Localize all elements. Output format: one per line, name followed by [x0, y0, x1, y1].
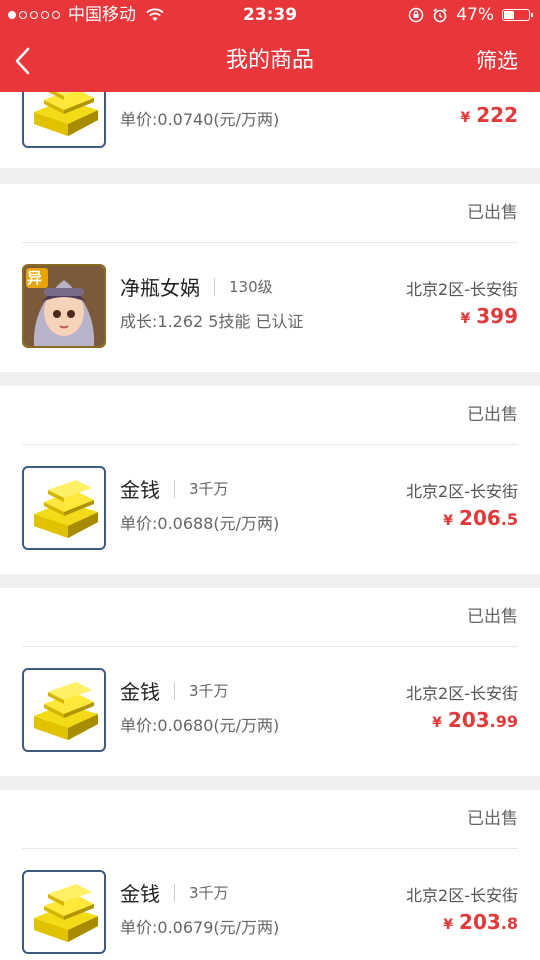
alarm-icon — [433, 8, 447, 23]
unit-price: 单价:0.0688(元/万两) — [120, 514, 280, 533]
gold-bars-icon — [34, 480, 98, 538]
status-badge: 已出售 — [467, 405, 518, 425]
item-quantity: 3千万 — [189, 480, 229, 498]
card-header: 已出售 — [22, 184, 518, 243]
hero-thumbnail: 异 — [22, 264, 106, 348]
item-title: 金钱 3千万 — [120, 474, 229, 503]
battery-fill — [504, 11, 514, 19]
item-title: 净瓶女娲 130级 — [120, 272, 273, 301]
item-details: 成长:1.262 5技能 已认证 — [120, 312, 304, 331]
price: ¥399 — [461, 304, 519, 328]
unit-price: 单价:0.0680(元/万两) — [120, 716, 280, 735]
list-item[interactable]: 已出售 金钱 3千万 单价:0.0680(元/万两) 北京2区-长安街 ¥203… — [0, 588, 540, 776]
gold-thumbnail — [22, 668, 106, 752]
item-name: 金钱 — [120, 478, 160, 502]
price: ¥206.5 — [443, 506, 518, 530]
unit-price: 单价:0.0740(元/万两) — [120, 110, 280, 129]
item-quantity: 130级 — [229, 278, 273, 296]
status-bar: 中国移动 23:39 47% — [0, 0, 540, 30]
price-integer: 206 — [459, 506, 501, 530]
gold-bars-icon — [34, 884, 98, 942]
currency-symbol: ¥ — [460, 311, 471, 327]
status-badge: 已出售 — [467, 607, 518, 627]
currency-symbol: ¥ — [460, 110, 471, 126]
price-decimal: .5 — [500, 510, 518, 529]
item-quantity: 3千万 — [189, 682, 229, 700]
gold-bars-icon — [34, 682, 98, 740]
page-title: 我的商品 — [225, 48, 314, 73]
item-quantity: 3千万 — [189, 884, 229, 902]
price-integer: 399 — [476, 304, 518, 328]
status-badge: 已出售 — [467, 203, 518, 223]
item-name: 金钱 — [120, 882, 160, 906]
price: ¥203.8 — [443, 910, 518, 934]
price: ¥203.99 — [432, 708, 518, 732]
status-badge: 已出售 — [467, 809, 518, 829]
list-item[interactable]: 已出售 金钱 3千万 单价:0.0688(元/万两) 北京2区-长安街 ¥206… — [0, 386, 540, 574]
list-item[interactable]: 已出售 异 净瓶女娲 130级 成长:1.262 5技能 已认证 北京2区-长安… — [0, 184, 540, 372]
price-integer: 222 — [476, 103, 518, 127]
price: ¥222 — [461, 103, 519, 127]
filter-button[interactable]: 筛选 — [476, 30, 518, 92]
currency-symbol: ¥ — [443, 917, 454, 933]
nav-bar: 我的商品 筛选 — [0, 30, 540, 92]
price-decimal: .8 — [500, 914, 518, 933]
server-name: 北京2区-长安街 — [406, 482, 518, 501]
server-name: 北京2区-长安街 — [406, 280, 518, 299]
item-title: 金钱 3千万 — [120, 878, 229, 907]
card-header: 已出售 — [22, 588, 518, 647]
server-name: 北京2区-长安街 — [406, 886, 518, 905]
title-divider — [174, 479, 175, 498]
item-title: 金钱 3千万 — [120, 676, 229, 705]
battery-percent: 47% — [456, 5, 494, 25]
currency-symbol: ¥ — [432, 715, 442, 731]
item-name: 净瓶女娲 — [120, 276, 200, 300]
card-header: 已出售 — [22, 790, 518, 849]
server-name: 北京2区-长安街 — [406, 684, 518, 703]
title-divider — [174, 883, 175, 902]
rotation-lock-icon — [409, 7, 424, 23]
list-item[interactable]: 已出售 金钱 3千万 单价:0.0679(元/万两) 北京2区-长安街 ¥203… — [0, 790, 540, 960]
item-name: 金钱 — [120, 680, 160, 704]
tag-badge: 异 — [27, 269, 43, 287]
title-divider — [214, 277, 215, 296]
battery-icon — [502, 9, 533, 21]
gold-thumbnail — [22, 466, 106, 550]
title-divider — [174, 681, 175, 700]
price-integer: 203 — [447, 708, 490, 732]
currency-symbol: ¥ — [443, 513, 454, 529]
price-integer: 203 — [459, 910, 501, 934]
unit-price: 单价:0.0679(元/万两) — [120, 918, 280, 937]
gold-thumbnail — [22, 870, 106, 954]
status-right: 47% — [408, 0, 533, 30]
card-header: 已出售 — [22, 386, 518, 445]
top-bar: 中国移动 23:39 47% 我的商品 筛选 — [0, 0, 540, 92]
price-decimal: .99 — [489, 712, 518, 731]
